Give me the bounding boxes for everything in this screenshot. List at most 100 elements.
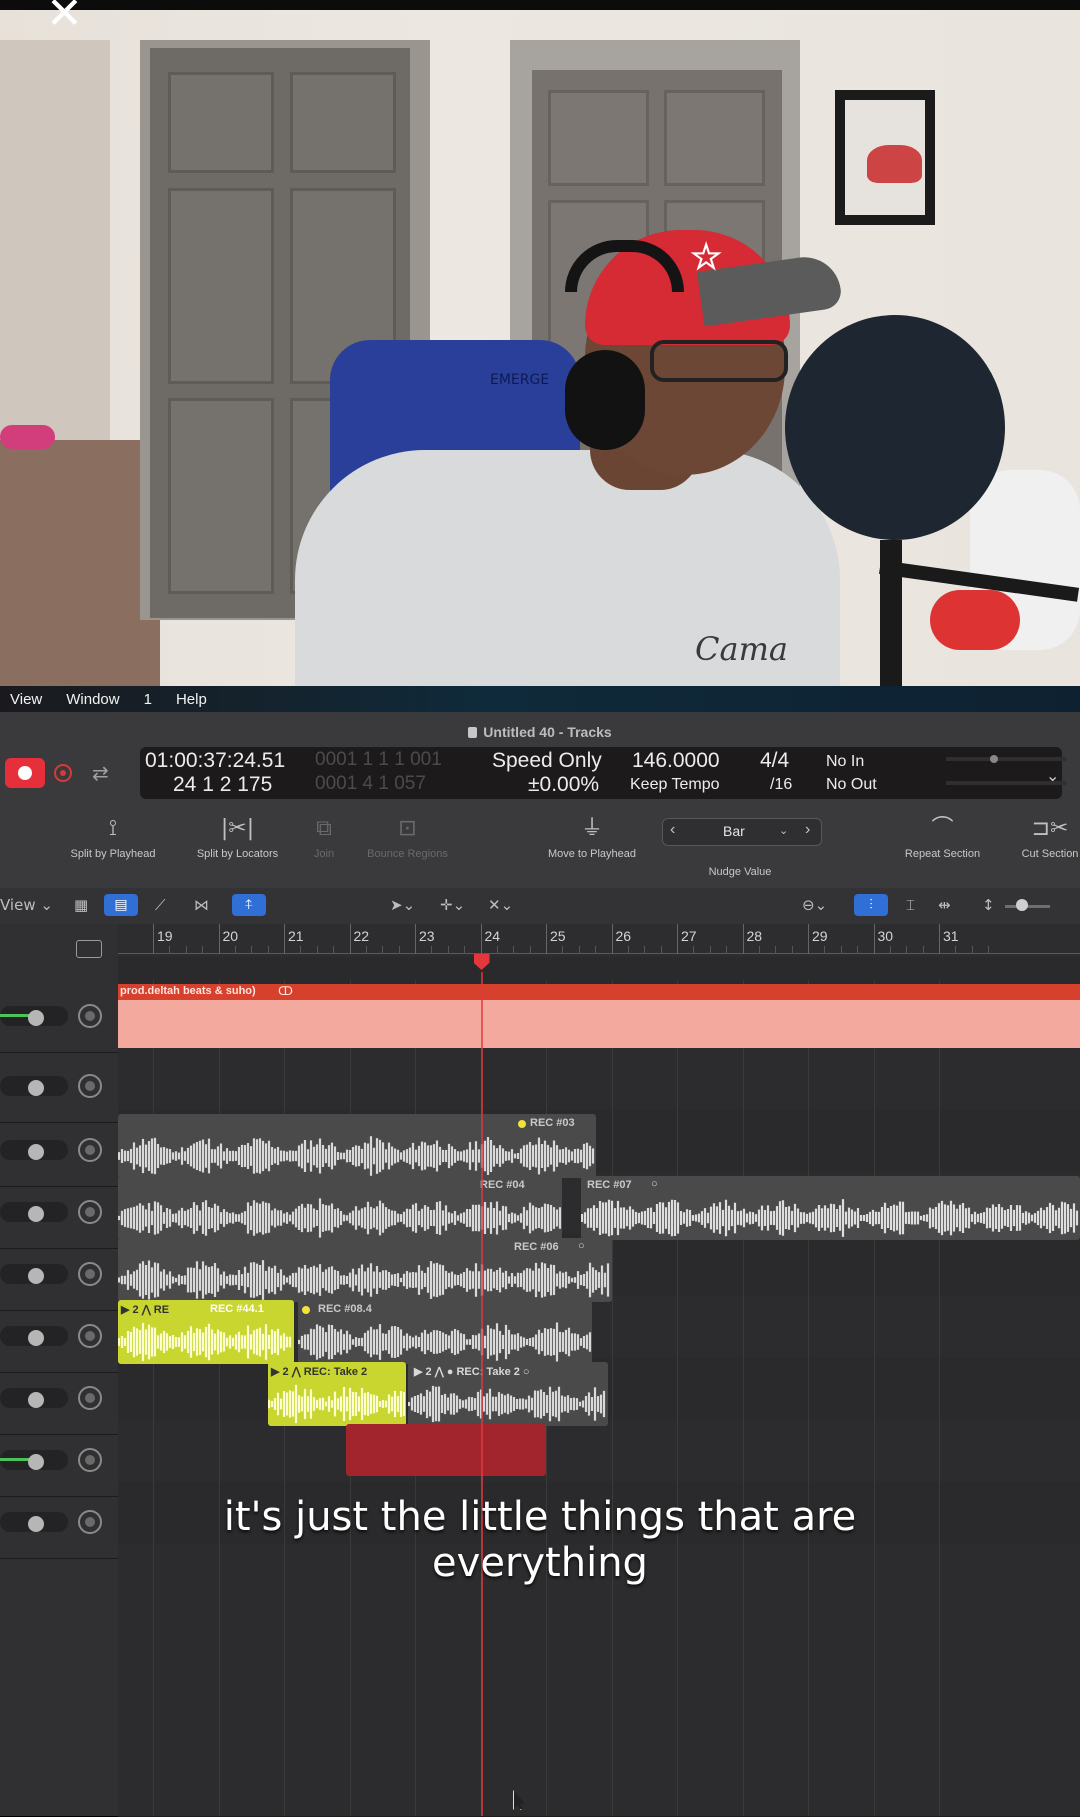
track-on-off-icon[interactable] [78, 1200, 102, 1224]
track-lane[interactable] [118, 1048, 1080, 1111]
ruler-beat-tick [202, 946, 204, 954]
ruler-beat-tick [169, 946, 171, 954]
nudge-right-icon[interactable]: › [805, 821, 810, 839]
bounce-icon: ⊡ [398, 816, 417, 841]
bounce-regions-button[interactable]: ⊡ Bounce Regions [350, 814, 465, 860]
volume-knob[interactable] [28, 1392, 44, 1408]
track-on-off-icon[interactable] [78, 1074, 102, 1098]
ruler-beat-tick [234, 946, 236, 954]
vertical-zoom-icon[interactable]: ⌶ [906, 896, 915, 914]
chevron-down-icon[interactable]: ⌄ [1046, 766, 1059, 786]
speed-mode: Speed Only [492, 749, 602, 772]
volume-knob[interactable] [28, 1268, 44, 1284]
loop-icon: ↀ [278, 984, 293, 998]
menu-1[interactable]: 1 [144, 691, 152, 708]
take-circle-icon: ○ [578, 1240, 585, 1252]
caption-overlay: it's just the little things that are eve… [0, 1494, 1080, 1586]
catch-icon[interactable]: ⍏ [232, 894, 266, 916]
ruler-beat-tick [644, 946, 646, 954]
volume-knob[interactable] [28, 1330, 44, 1346]
take-circle-icon: ○ [651, 1178, 658, 1190]
region-name: REC #04 [480, 1179, 525, 1191]
split-by-locators-button[interactable]: |✂| Split by Locators [180, 814, 295, 860]
track-on-off-icon[interactable] [78, 1004, 102, 1028]
cut-section-button[interactable]: ⊐✂ Cut Section [1005, 814, 1080, 860]
ruler-bar-number: 24 [484, 928, 501, 944]
ruler-beat-tick [398, 946, 400, 954]
ruler-bar-number: 20 [222, 928, 239, 944]
height-icon[interactable]: ↕ [982, 896, 995, 914]
menu-help[interactable]: Help [176, 691, 207, 708]
track-header[interactable] [0, 1050, 118, 1123]
close-icon[interactable]: ✕ [46, 0, 83, 36]
volume-knob[interactable] [28, 1454, 44, 1470]
audio-region[interactable]: ▶ 2 ⋀ RE REC #44.1 [118, 1300, 294, 1364]
audio-region[interactable]: ▶ 2 ⋀ ● REC: Take 2 ○ [408, 1362, 608, 1426]
automation-icon[interactable]: ⟋ [155, 896, 166, 914]
ruler-beat-tick [529, 946, 531, 954]
beat-region[interactable]: prod.deltah beats & suho) ↀ [118, 984, 1080, 1048]
global-tracks-icon[interactable] [76, 940, 102, 958]
track-lane[interactable] [118, 1420, 1080, 1483]
chevron-down-icon: ⌄ [779, 825, 789, 837]
audio-region[interactable]: REC #03 [118, 1114, 596, 1178]
repeat-section-button[interactable]: ⌒ Repeat Section [890, 814, 995, 860]
snap-icon[interactable]: ⊖⌄ [802, 896, 827, 914]
menu-window[interactable]: Window [66, 691, 119, 708]
tracks-area[interactable]: prod.deltah beats & suho) ↀ REC #03 REC #04… [118, 980, 1080, 1817]
audio-region[interactable]: REC #08.4 [298, 1300, 592, 1364]
audio-region[interactable]: ○ REC #06 [118, 1238, 612, 1302]
control-bar: ⇄ 01:00:37:24.51 0001 1 1 1 001 24 1 2 1… [0, 744, 1080, 804]
track-on-off-icon[interactable] [78, 1386, 102, 1410]
volume-knob[interactable] [28, 1010, 44, 1026]
track-header[interactable] [0, 980, 118, 1053]
cycle-area[interactable] [118, 957, 1080, 980]
view-menu[interactable]: View ⌄ [0, 896, 53, 914]
join-button[interactable]: ⧉ Join [304, 814, 344, 860]
volume-knob[interactable] [28, 1206, 44, 1222]
pink-shoe [0, 425, 55, 449]
pointer-tool-icon[interactable]: ➤⌄ [390, 896, 415, 914]
menu-view[interactable]: View [10, 691, 42, 708]
track-on-off-icon[interactable] [78, 1324, 102, 1348]
muted-region[interactable] [346, 1424, 546, 1476]
ruler-beat-tick [988, 946, 990, 954]
waveform-zoom-icon[interactable]: ⫶ [854, 894, 888, 916]
person-shirt: Cama [295, 450, 840, 686]
scissors-tool-icon[interactable]: ✕⌄ [488, 896, 513, 914]
ruler-beat-tick [365, 946, 367, 954]
take-folder-header: ▶ 2 ⋀ RE [121, 1304, 170, 1316]
volume-knob[interactable] [28, 1080, 44, 1096]
nudge-value-select[interactable]: ‹ Bar ⌄ › [662, 818, 822, 846]
grid-icon[interactable]: ▦ [74, 896, 88, 914]
track-on-off-icon[interactable] [78, 1138, 102, 1162]
sneaker-poster [835, 90, 935, 225]
capture-recording-button[interactable] [54, 764, 72, 782]
ruler-bar-number: 25 [550, 928, 566, 944]
flex-icon[interactable]: ⋈ [194, 896, 209, 914]
bar-ruler[interactable]: 19 20 21 22 23 24 25 26 27 28 29 30 31 [118, 924, 1080, 981]
track-on-off-icon[interactable] [78, 1448, 102, 1472]
fit-icon[interactable]: ⇹ [938, 896, 951, 914]
track-on-off-icon[interactable] [78, 1262, 102, 1286]
nudge-left-icon[interactable]: ‹ [670, 821, 675, 839]
flex-view-icon[interactable]: ▤ [104, 894, 138, 916]
ruler-beat-tick [758, 946, 760, 954]
speed-percent: ±0.00% [528, 773, 600, 796]
volume-knob[interactable] [28, 1144, 44, 1160]
audio-region[interactable]: ○ REC #07 [581, 1176, 1080, 1240]
zoom-slider-knob[interactable] [1016, 899, 1028, 911]
pencil-tool-icon[interactable]: ✛⌄ [440, 896, 465, 914]
record-button[interactable] [5, 758, 45, 788]
audio-region[interactable]: REC #04 [118, 1176, 562, 1240]
ruler-beat-tick [775, 946, 777, 954]
split-by-playhead-button[interactable]: ⟟ Split by Playhead [58, 814, 168, 860]
time-signature: 4/4 [760, 749, 790, 772]
ruler-bar-number: 26 [615, 928, 632, 944]
lcd-display[interactable]: 01:00:37:24.51 0001 1 1 1 001 24 1 2 175… [140, 747, 1066, 799]
move-to-playhead-button[interactable]: ⏚ Move to Playhead [532, 814, 652, 860]
ruler-beat-tick [578, 946, 580, 954]
cycle-icon[interactable]: ⇄ [92, 761, 109, 786]
audio-region[interactable]: ▶ 2 ⋀ REC: Take 2 [268, 1362, 406, 1426]
ruler-beat-tick [431, 946, 433, 954]
